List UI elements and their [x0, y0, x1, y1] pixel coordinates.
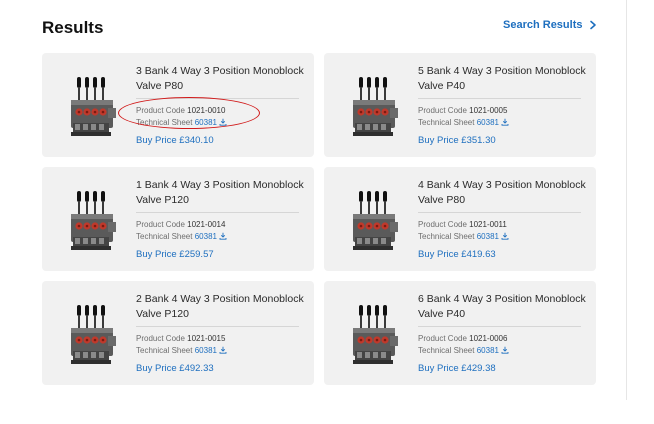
download-icon[interactable]: [219, 232, 227, 240]
buy-price[interactable]: Buy Price £340.10: [136, 135, 214, 146]
results-page: Results Search Results 3 Bank 4 Way 3 Po…: [0, 0, 627, 424]
buy-price[interactable]: Buy Price £259.57: [136, 249, 214, 260]
product-card[interactable]: 4 Bank 4 Way 3 Position Monoblock Valve …: [324, 167, 596, 271]
chevron-right-icon: [590, 20, 597, 30]
valve-image: [71, 305, 116, 364]
product-code: Product Code 1021-0006: [418, 334, 508, 343]
divider: [136, 326, 299, 327]
technical-sheet: Technical Sheet 60381: [136, 346, 227, 355]
page-title: Results: [42, 18, 104, 37]
buy-price[interactable]: Buy Price £492.33: [136, 363, 214, 374]
product-name[interactable]: 5 Bank 4 Way 3 Position Monoblock Valve …: [418, 64, 588, 94]
product-name[interactable]: 1 Bank 4 Way 3 Position Monoblock Valve …: [136, 178, 306, 208]
valve-image: [71, 77, 116, 136]
product-name[interactable]: 3 Bank 4 Way 3 Position Monoblock Valve …: [136, 64, 306, 94]
download-icon[interactable]: [501, 346, 509, 354]
technical-sheet: Technical Sheet 60381: [418, 118, 509, 127]
divider: [136, 212, 299, 213]
valve-image: [353, 191, 398, 250]
product-code: Product Code 1021-0014: [136, 220, 226, 229]
technical-sheet-link[interactable]: 60381: [195, 232, 217, 241]
buy-price[interactable]: Buy Price £351.30: [418, 135, 496, 146]
buy-price[interactable]: Buy Price £419.63: [418, 249, 496, 260]
divider: [418, 98, 581, 99]
download-icon[interactable]: [219, 346, 227, 354]
product-code: Product Code 1021-0015: [136, 334, 226, 343]
search-results-link[interactable]: Search Results: [503, 19, 598, 31]
product-code: Product Code 1021-0005: [418, 106, 508, 115]
product-card[interactable]: 2 Bank 4 Way 3 Position Monoblock Valve …: [42, 281, 314, 385]
page-divider: [626, 0, 627, 400]
technical-sheet: Technical Sheet 60381: [418, 232, 509, 241]
technical-sheet-link[interactable]: 60381: [477, 232, 499, 241]
search-results-label: Search Results: [503, 19, 583, 31]
valve-image: [353, 305, 398, 364]
technical-sheet-link[interactable]: 60381: [477, 346, 499, 355]
product-card[interactable]: 6 Bank 4 Way 3 Position Monoblock Valve …: [324, 281, 596, 385]
valve-image: [71, 191, 116, 250]
product-name[interactable]: 6 Bank 4 Way 3 Position Monoblock Valve …: [418, 292, 588, 322]
highlight-annotation: [118, 97, 260, 129]
valve-image: [353, 77, 398, 136]
product-card[interactable]: 1 Bank 4 Way 3 Position Monoblock Valve …: [42, 167, 314, 271]
product-name[interactable]: 2 Bank 4 Way 3 Position Monoblock Valve …: [136, 292, 306, 322]
buy-price[interactable]: Buy Price £429.38: [418, 363, 496, 374]
download-icon[interactable]: [501, 118, 509, 126]
technical-sheet: Technical Sheet 60381: [418, 346, 509, 355]
product-card[interactable]: 5 Bank 4 Way 3 Position Monoblock Valve …: [324, 53, 596, 157]
product-code: Product Code 1021-0011: [418, 220, 507, 229]
divider: [418, 326, 581, 327]
technical-sheet-link[interactable]: 60381: [195, 346, 217, 355]
technical-sheet-link[interactable]: 60381: [477, 118, 499, 127]
technical-sheet: Technical Sheet 60381: [136, 232, 227, 241]
product-name[interactable]: 4 Bank 4 Way 3 Position Monoblock Valve …: [418, 178, 588, 208]
download-icon[interactable]: [501, 232, 509, 240]
divider: [418, 212, 581, 213]
